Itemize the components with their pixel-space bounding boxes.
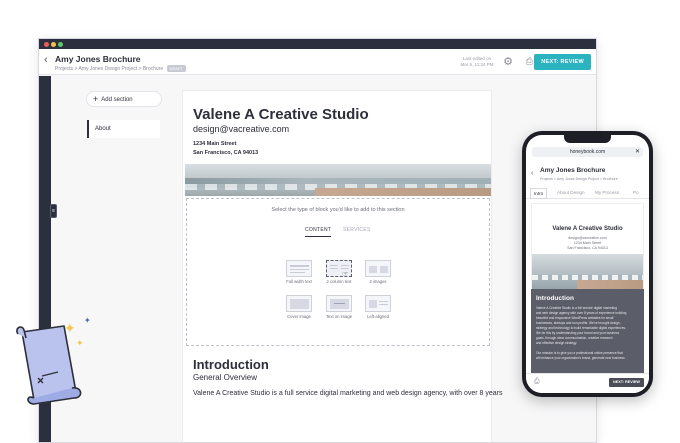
rail-toggle-handle[interactable]: ≡ (50, 204, 57, 218)
beach-hero-image[interactable] (185, 164, 491, 196)
next-review-button[interactable]: NEXT: REVIEW (534, 54, 591, 70)
studio-name[interactable]: Valene A Creative Studio (193, 106, 369, 123)
breadcrumb: Projects > Amy Jones Design Project > Br… (55, 65, 186, 72)
mobile-document-title: Amy Jones Brochure (540, 167, 606, 174)
pointer-cursor-icon: ☞ (342, 271, 349, 278)
intro-line: businesses, startups and non-profits. We… (536, 321, 621, 325)
mobile-address-line-1: 1234 Main Street (573, 241, 602, 245)
block-option-left-aligned[interactable]: Left-aligned (363, 295, 393, 319)
back-arrow-icon[interactable]: ‹ (44, 54, 48, 66)
sparkle-icon: ✦ (76, 338, 84, 348)
mobile-phone-frame: honeybook.com ✕ ‹ Amy Jones Brochure Pro… (522, 131, 653, 397)
mobile-bottom-bar: ⎙ NEXT: REVIEW (526, 373, 649, 393)
status-badge: DRAFT (166, 65, 186, 72)
printer-icon[interactable]: ⎙ (534, 378, 540, 386)
app-header: ‹ Amy Jones Brochure Projects > Amy Jone… (39, 49, 596, 75)
mobile-address-line-2: San Francisco, CA 94013 (567, 246, 608, 250)
intro-line: Our mission is to give you a professiona… (536, 351, 623, 355)
brochure-document: Valene A Creative Studio design@vacreati… (182, 90, 502, 442)
mobile-screen: honeybook.com ✕ ‹ Amy Jones Brochure Pro… (526, 135, 649, 393)
address-line-1[interactable]: 1234 Main Street (193, 141, 236, 147)
tab-my-process[interactable]: My Process (592, 188, 622, 197)
close-icon[interactable]: ✕ (635, 147, 640, 157)
mobile-introduction-heading: Introduction (536, 295, 574, 302)
mobile-introduction-section: Introduction Valene A Creative Studio is… (531, 289, 644, 375)
option-label: 2 images (369, 279, 387, 284)
phone-notch (564, 135, 611, 143)
intro-line: will enhance your organization's brand, … (536, 356, 625, 360)
intro-line: and web design agency with over 8 years … (536, 311, 627, 315)
block-option-text-on-image[interactable]: Text on image (324, 295, 354, 319)
add-section-button[interactable]: + Add section (86, 91, 162, 107)
introduction-heading[interactable]: Introduction (193, 357, 269, 372)
close-window-dot[interactable] (44, 42, 49, 47)
option-label: Text on image (325, 314, 353, 319)
text-on-image-icon (326, 295, 352, 312)
intro-line: Valene A Creative Studio is a full servi… (536, 306, 617, 310)
address-line-2[interactable]: San Francisco, CA 94013 (193, 150, 258, 156)
option-label: Cover image (287, 314, 311, 319)
saved-line-2: Mar 6, 11:24 PM (460, 62, 494, 67)
two-column-text-icon: ☞ (326, 260, 352, 278)
mobile-brochure-card: Valene A Creative Studio design@vacreati… (531, 203, 644, 290)
minimize-window-dot[interactable] (51, 42, 56, 47)
intro-line: We do this by understanding your brand a… (536, 331, 620, 335)
mobile-next-review-button[interactable]: NEXT: REVIEW (608, 378, 644, 387)
general-overview-subheading[interactable]: General Overview (193, 373, 257, 382)
breadcrumb-text[interactable]: Projects > Amy Jones Design Project > Br… (55, 66, 163, 72)
document-title: Amy Jones Brochure (55, 54, 141, 64)
block-option-2-images[interactable]: 2 images (363, 260, 393, 284)
mobile-url-bar[interactable]: honeybook.com ✕ (532, 147, 643, 157)
cover-image-icon (286, 295, 312, 312)
tab-content[interactable]: CONTENT (305, 227, 332, 237)
contract-scroll-icon (16, 325, 82, 405)
window-titlebar (39, 39, 596, 49)
studio-email[interactable]: design@vacreative.com (193, 124, 289, 134)
maximize-window-dot[interactable] (58, 42, 63, 47)
mobile-studio-email: design@vacreative.com (568, 236, 607, 240)
sparkle-icon: ✦ (84, 316, 91, 325)
full-width-text-icon (286, 260, 312, 277)
picker-prompt: Select the type of block you'd like to a… (271, 207, 405, 213)
block-option-2-column-text[interactable]: ☞ 2 column text (324, 260, 354, 284)
block-option-full-width-text[interactable]: Full width text (284, 260, 314, 284)
url-text: honeybook.com (569, 149, 606, 155)
block-type-picker: Select the type of block you'd like to a… (186, 198, 490, 346)
sidebar-item-about[interactable]: About (87, 120, 160, 138)
back-arrow-icon[interactable]: ‹ (531, 170, 533, 177)
mobile-section-tabs: Intro About Design My Process Po (526, 186, 649, 199)
intro-line: strategy and technology to build remarka… (536, 326, 627, 330)
intro-line: goals, through clear communication, crea… (536, 336, 613, 340)
introduction-body[interactable]: Valene A Creative Studio is a full servi… (193, 390, 502, 397)
block-option-cover-image[interactable]: Cover image (284, 295, 314, 319)
tab-intro[interactable]: Intro (530, 188, 548, 199)
two-images-icon (365, 260, 391, 277)
tab-po[interactable]: Po (630, 188, 642, 197)
add-section-label: Add section (101, 97, 133, 103)
tab-services[interactable]: SERVICES (343, 227, 371, 233)
last-saved-status: Last edited on Mar 6, 11:24 PM (454, 56, 500, 68)
option-label: Left-aligned (367, 314, 389, 319)
gear-icon[interactable]: ⚙ (503, 55, 513, 68)
left-aligned-icon (365, 295, 391, 312)
sparkle-icon: ✦ (64, 320, 76, 336)
desktop-browser-window: ‹ Amy Jones Brochure Projects > Amy Jone… (38, 38, 597, 443)
intro-line: and effective design strategy. (536, 341, 578, 345)
printer-icon[interactable]: ⎙ (526, 56, 533, 67)
intro-line: beautiful and responsive WordPress websi… (536, 316, 614, 320)
option-label: Full width text (286, 279, 312, 284)
mobile-studio-name: Valene A Creative Studio (552, 226, 623, 232)
tab-about-design[interactable]: About Design (554, 188, 588, 197)
plus-icon: + (93, 94, 99, 104)
mobile-breadcrumb[interactable]: Projects > Amy Jones Design Project > Br… (540, 177, 618, 181)
mobile-beach-hero-image (532, 254, 643, 290)
hero-sand (315, 188, 491, 196)
option-label: 2 column text (326, 279, 352, 284)
